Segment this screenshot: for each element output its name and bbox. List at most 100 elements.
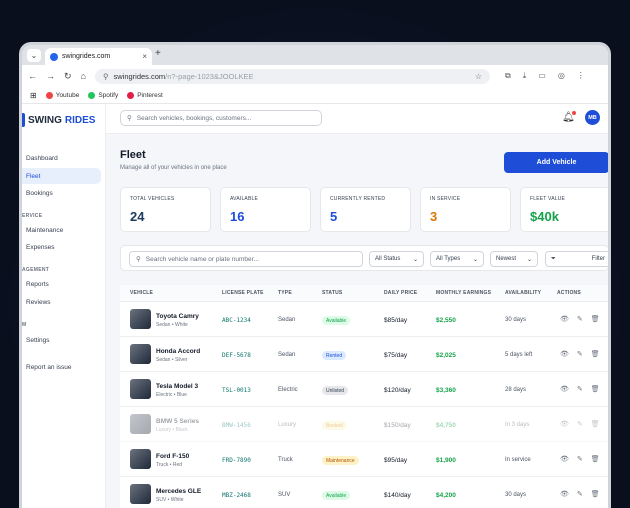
vehicle-name[interactable]: Toyota Camry: [156, 313, 199, 320]
vehicle-thumbnail: [130, 379, 151, 399]
new-tab-icon[interactable]: +: [155, 48, 161, 59]
availability: 28 days: [505, 387, 527, 393]
vehicle-name[interactable]: Honda Accord: [156, 348, 200, 355]
tab-menu-icon[interactable]: ⌄: [27, 49, 41, 62]
delete-icon[interactable]: 🗑︎: [591, 455, 600, 463]
license-plate: BMW-1456: [222, 422, 251, 429]
page-title: Fleet: [120, 149, 146, 161]
daily-price: $75/day: [384, 352, 408, 359]
column-header: LICENSE PLATE: [222, 290, 264, 296]
status-badge: Unlisted: [322, 386, 349, 395]
stat-value: $40k: [530, 209, 559, 224]
view-icon[interactable]: 👁︎: [560, 455, 569, 463]
edit-icon[interactable]: ✎: [577, 455, 583, 463]
view-icon[interactable]: 👁︎: [560, 350, 569, 358]
stat-label: Total Vehicles: [130, 196, 175, 202]
sidebar-item-bookings[interactable]: Bookings: [22, 185, 101, 201]
delete-icon[interactable]: 🗑︎: [591, 420, 600, 428]
delete-icon[interactable]: 🗑︎: [591, 350, 600, 358]
table-row[interactable]: Toyota Camry Sedan • White ABC-1234 Sedan Av…: [120, 302, 608, 337]
table-row[interactable]: Mercedes GLE SUV • White MBZ-2468 SUV Availa…: [120, 477, 608, 508]
vehicle-name[interactable]: Ford F-150: [156, 453, 189, 460]
daily-price: $150/day: [384, 422, 411, 429]
reload-icon[interactable]: ↻: [64, 71, 72, 82]
monthly-earnings: $2,025: [436, 352, 456, 359]
notification-bell-icon[interactable]: 🔔︎: [562, 111, 576, 123]
bookmark-youtube[interactable]: Youtube: [45, 91, 79, 99]
apps-grid-icon[interactable]: ⊞: [30, 91, 37, 100]
brand-logo[interactable]: SWING RIDES: [22, 109, 95, 131]
sidebar-item-maintenance[interactable]: Maintenance: [22, 222, 101, 238]
sidebar-item-reports[interactable]: Reports: [22, 276, 101, 292]
delete-icon[interactable]: 🗑︎: [591, 315, 600, 323]
table-row[interactable]: BMW 5 Series Luxury • Black BMW-1456 Luxury…: [120, 407, 608, 442]
sort-select[interactable]: Newest ⌄: [490, 251, 538, 267]
sidebar-item-settings[interactable]: Settings: [22, 332, 101, 348]
global-search-input[interactable]: ⚲ Search vehicles, bookings, customers...: [120, 110, 322, 126]
top-bar: ⚲ Search vehicles, bookings, customers...…: [106, 104, 608, 134]
sidebar-item-report-issue[interactable]: Report an issue: [22, 359, 101, 375]
profile-icon[interactable]: ◎: [558, 71, 565, 81]
stat-card: Fleet Value $40k: [520, 187, 608, 232]
sidebar-item-fleet[interactable]: Fleet: [22, 168, 101, 184]
vehicle-name[interactable]: BMW 5 Series: [156, 418, 199, 425]
close-tab-icon[interactable]: ×: [142, 52, 147, 61]
extensions-icon[interactable]: ⧉: [505, 71, 511, 81]
status-select[interactable]: All Status ⌄: [369, 251, 424, 267]
sidebar-section-management: AGEMENT: [22, 267, 50, 273]
edit-icon[interactable]: ✎: [577, 420, 583, 428]
table-row[interactable]: Tesla Model 3 Electric • Blue TSL-0013 Elec…: [120, 372, 608, 407]
avatar[interactable]: MB: [585, 110, 600, 125]
status-badge: Maintenance: [322, 456, 359, 465]
browser-tab[interactable]: swingrides.com ×: [45, 48, 152, 65]
edit-icon[interactable]: ✎: [577, 385, 583, 393]
sidebar-item-expenses[interactable]: Expenses: [22, 239, 101, 255]
vehicle-subtitle: Electric • Blue: [156, 392, 187, 398]
column-header: ACTIONS: [557, 290, 581, 296]
filter-button[interactable]: ⏷ Filter: [545, 251, 608, 267]
view-icon[interactable]: 👁︎: [560, 490, 569, 498]
notification-dot: [571, 111, 576, 115]
edit-icon[interactable]: ✎: [577, 315, 583, 323]
more-menu-icon[interactable]: ⋮: [577, 71, 585, 81]
view-icon[interactable]: 👁︎: [560, 315, 569, 323]
status-badge: Rented: [322, 351, 347, 360]
browser-frame: ⌄ swingrides.com × + ← → ↻ ⌂ ⚲ swingride…: [19, 42, 611, 508]
back-icon[interactable]: ←: [28, 71, 37, 81]
download-icon[interactable]: ⤓: [523, 71, 527, 81]
view-icon[interactable]: 👁︎: [560, 385, 569, 393]
column-header: STATUS: [322, 290, 343, 296]
brand-rides: RIDES: [64, 114, 96, 126]
stat-card: Currently Rented 5: [320, 187, 411, 232]
delete-icon[interactable]: 🗑︎: [591, 385, 600, 393]
sidebar-item-reviews[interactable]: Reviews: [22, 294, 101, 310]
sidebar-item-dashboard[interactable]: Dashboard: [22, 150, 101, 166]
monthly-earnings: $4,200: [436, 492, 456, 499]
delete-icon[interactable]: 🗑︎: [591, 490, 600, 498]
monthly-earnings: $2,550: [436, 317, 456, 324]
url-bar[interactable]: ⚲ swingrides.com/n?-page-1023&JOOLKEE ☆: [94, 68, 490, 84]
spotify-icon: [88, 91, 96, 99]
favicon-icon: [50, 52, 58, 61]
add-vehicle-button[interactable]: Add Vehicle: [504, 152, 608, 173]
vehicle-name[interactable]: Tesla Model 3: [156, 383, 198, 390]
forward-icon[interactable]: →: [46, 71, 55, 81]
bookmark-spotify[interactable]: Spotify: [88, 91, 118, 99]
site-settings-icon[interactable]: ⚲: [103, 72, 109, 81]
view-icon[interactable]: 👁︎: [560, 420, 569, 428]
bookmark-star-icon[interactable]: ☆: [475, 72, 482, 81]
bookmarks-bar: ⊞ Youtube Spotify Pinterest: [22, 87, 608, 104]
bookmark-pinterest[interactable]: Pinterest: [127, 91, 163, 99]
edit-icon[interactable]: ✎: [577, 350, 583, 358]
table-row[interactable]: Ford F-150 Truck • Red FRD-7890 Truck Mainte…: [120, 442, 608, 477]
monthly-earnings: $4,750: [436, 422, 456, 429]
type-select[interactable]: All Types ⌄: [430, 251, 484, 267]
vehicle-search-input[interactable]: ⚲ Search vehicle name or plate number...: [129, 251, 363, 267]
sidebar-panel-icon[interactable]: ▭: [538, 71, 546, 81]
stat-label: Fleet Value: [530, 196, 566, 202]
edit-icon[interactable]: ✎: [577, 490, 583, 498]
column-header: VEHICLE: [130, 290, 154, 296]
vehicle-name[interactable]: Mercedes GLE: [156, 488, 201, 495]
table-row[interactable]: Honda Accord Sedan • Silver DEF-5678 Sedan R…: [120, 337, 608, 372]
home-icon[interactable]: ⌂: [81, 71, 86, 81]
